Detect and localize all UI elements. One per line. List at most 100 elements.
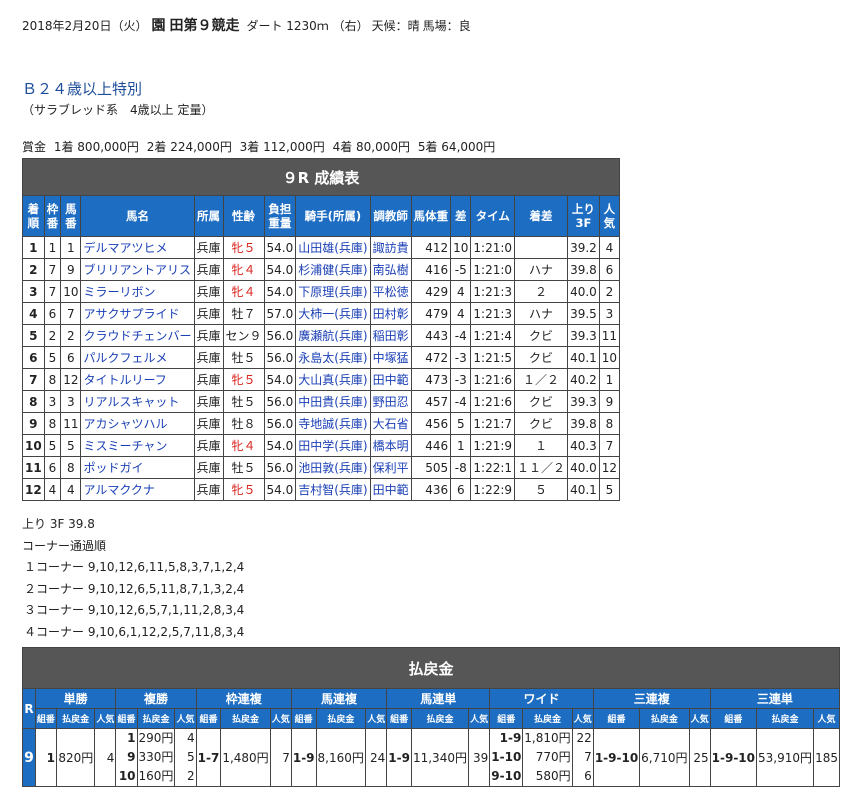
result-last3f: 40.0 bbox=[567, 280, 600, 303]
result-trainer-link[interactable]: 南弘樹 bbox=[373, 263, 409, 277]
result-horse-link[interactable]: アサクサプライド bbox=[83, 307, 179, 321]
result-jockey-link[interactable]: 杉浦健(兵庫) bbox=[298, 263, 367, 277]
result-trainer-link[interactable]: 橋本明 bbox=[373, 439, 409, 453]
result-bodyweight: 412 bbox=[410, 236, 452, 259]
result-number: 11 bbox=[60, 412, 82, 435]
prize-money: 賞金 1着 800,000円 2着 224,000円 3着 112,000円 4… bbox=[22, 138, 499, 155]
wide-pop: 7 bbox=[584, 750, 592, 764]
result-trainer-link[interactable]: 諏訪貴 bbox=[373, 241, 409, 255]
result-horse-link[interactable]: ミスミーチャン bbox=[83, 439, 167, 453]
result-trainer-link[interactable]: 稲田彰 bbox=[373, 329, 409, 343]
result-jockey-cell: 大山真(兵庫) bbox=[295, 368, 371, 391]
wide-combos: 1-9 1-10 9-10 bbox=[489, 728, 524, 787]
result-horse-link[interactable]: デルマアツヒメ bbox=[83, 241, 167, 255]
result-row: 9 8 11 アカシャツハル 兵庫 牡８ 56.0 寺地誠(兵庫) 大石省 456 5 1:21:7 ク… bbox=[22, 412, 621, 435]
result-horse-link[interactable]: タイトルリーフ bbox=[83, 373, 166, 387]
result-number: 12 bbox=[60, 368, 82, 391]
result-jockey-link[interactable]: 中田貴(兵庫) bbox=[298, 395, 367, 409]
race-weather: 天候：晴 bbox=[371, 19, 420, 33]
result-horse-cell: ミラーリボン bbox=[80, 280, 195, 303]
result-horse-link[interactable]: ミラーリボン bbox=[83, 285, 155, 299]
result-frame: 7 bbox=[43, 280, 62, 303]
result-frame: 7 bbox=[43, 258, 62, 281]
result-number: 7 bbox=[60, 302, 82, 325]
result-jockey-link[interactable]: 田中学(兵庫) bbox=[298, 439, 367, 453]
result-bodyweight: 446 bbox=[410, 434, 452, 457]
result-horse-link[interactable]: アカシャツハル bbox=[83, 417, 167, 431]
result-bodyweight: 429 bbox=[410, 280, 452, 303]
payout-table: 払戻金 R 単勝 複勝 枠連複 馬連複 馬連単 ワイド 三連複 三連単 組番 払戻… bbox=[22, 647, 841, 787]
result-number: 5 bbox=[60, 434, 82, 457]
corner-title: コーナー通過順 bbox=[22, 538, 107, 553]
result-weight: 56.0 bbox=[263, 412, 297, 435]
result-pop: 2 bbox=[598, 280, 621, 303]
prize-2: 2着 224,000円 bbox=[146, 140, 232, 154]
bet-trio: 三連複 bbox=[592, 688, 711, 709]
wide-combo: 9-10 bbox=[491, 769, 522, 783]
results-caption: ９R 成績表 bbox=[21, 158, 621, 196]
result-last3f: 40.1 bbox=[567, 478, 600, 501]
prize-3: 3着 112,000円 bbox=[239, 140, 325, 154]
payout-sub-pop: 人気 bbox=[94, 708, 117, 729]
result-trainer-link[interactable]: 平松徳 bbox=[373, 285, 409, 299]
result-trainer-link[interactable]: 保利平 bbox=[373, 461, 409, 475]
result-rank: 9 bbox=[22, 412, 45, 435]
result-frame: 5 bbox=[43, 346, 62, 369]
result-weight: 54.0 bbox=[263, 280, 297, 303]
result-trainer-link[interactable]: 大石省 bbox=[373, 417, 409, 431]
payout-sub-pay: 払戻金 bbox=[410, 708, 470, 729]
result-time: 1:21:0 bbox=[470, 258, 516, 281]
payout-sub-combo: 組番 bbox=[489, 708, 524, 729]
result-horse-link[interactable]: リアルスキャット bbox=[83, 395, 179, 409]
payout-sub-pay: 払戻金 bbox=[315, 708, 367, 729]
result-pop: 9 bbox=[598, 390, 621, 413]
wide-pay: 580円 bbox=[535, 769, 571, 783]
payout-race-number: 9 bbox=[22, 728, 36, 787]
result-number: 10 bbox=[60, 280, 82, 303]
result-stable: 兵庫 bbox=[193, 324, 224, 347]
result-trainer-link[interactable]: 野田忍 bbox=[373, 395, 409, 409]
result-rank: 12 bbox=[22, 478, 45, 501]
result-jockey-cell: 杉浦健(兵庫) bbox=[295, 258, 371, 281]
result-trainer-cell: 田中範 bbox=[369, 368, 412, 391]
result-frame: 6 bbox=[43, 302, 62, 325]
bracket-pay: 1,480円 bbox=[220, 728, 271, 787]
result-horse-link[interactable]: ポッドガイ bbox=[83, 461, 143, 475]
result-jockey-link[interactable]: 廣瀬航(兵庫) bbox=[298, 329, 367, 343]
result-frame: 4 bbox=[43, 478, 62, 501]
race-notes: 上り 3F 39.8 コーナー通過順 １コーナー 9,10,12,6,11,5,… bbox=[22, 514, 244, 643]
result-jockey-link[interactable]: 大柿一(兵庫) bbox=[298, 307, 367, 321]
result-trainer-link[interactable]: 田中範 bbox=[373, 373, 409, 387]
result-frame: 2 bbox=[43, 324, 62, 347]
result-trainer-link[interactable]: 田中範 bbox=[373, 483, 409, 497]
result-margin: １１／２ bbox=[514, 456, 569, 479]
result-jockey-link[interactable]: 大山真(兵庫) bbox=[298, 373, 367, 387]
result-margin: クビ bbox=[514, 346, 569, 369]
result-trainer-link[interactable]: 田村彰 bbox=[373, 307, 409, 321]
result-jockey-link[interactable]: 寺地誠(兵庫) bbox=[298, 417, 367, 431]
col-stable: 所属 bbox=[193, 195, 224, 237]
result-jockey-link[interactable]: 吉村智(兵庫) bbox=[298, 483, 367, 497]
result-weight: 54.0 bbox=[263, 434, 297, 457]
col-time: タイム bbox=[470, 195, 516, 237]
result-rank: 3 bbox=[22, 280, 45, 303]
result-jockey-link[interactable]: 下原理(兵庫) bbox=[298, 285, 367, 299]
result-row: 1 1 1 デルマアツヒメ 兵庫 牝５ 54.0 山田雄(兵庫) 諏訪貴 412 10 1:21:0 3… bbox=[22, 236, 621, 259]
result-horse-link[interactable]: ブリリアントアリス bbox=[83, 263, 191, 277]
result-jockey-link[interactable]: 永島太(兵庫) bbox=[298, 351, 367, 365]
result-horse-link[interactable]: アルマククナ bbox=[83, 483, 154, 497]
result-weight: 54.0 bbox=[263, 236, 297, 259]
race-date: 2018年2月20日（火） bbox=[22, 19, 148, 33]
result-horse-link[interactable]: パルクフェルメ bbox=[83, 351, 167, 365]
trio-pay: 6,710円 bbox=[639, 728, 690, 787]
result-horse-cell: タイトルリーフ bbox=[80, 368, 195, 391]
result-diff: -8 bbox=[450, 456, 472, 479]
result-horse-link[interactable]: クラウドチェンバー bbox=[83, 329, 191, 343]
result-jockey-cell: 中田貴(兵庫) bbox=[295, 390, 371, 413]
result-trainer-link[interactable]: 中塚猛 bbox=[373, 351, 409, 365]
result-time: 1:21:0 bbox=[470, 236, 516, 259]
result-jockey-link[interactable]: 池田敦(兵庫) bbox=[298, 461, 367, 475]
col-sexage: 性齢 bbox=[222, 195, 265, 237]
result-jockey-link[interactable]: 山田雄(兵庫) bbox=[298, 241, 367, 255]
result-horse-cell: アルマククナ bbox=[80, 478, 195, 501]
